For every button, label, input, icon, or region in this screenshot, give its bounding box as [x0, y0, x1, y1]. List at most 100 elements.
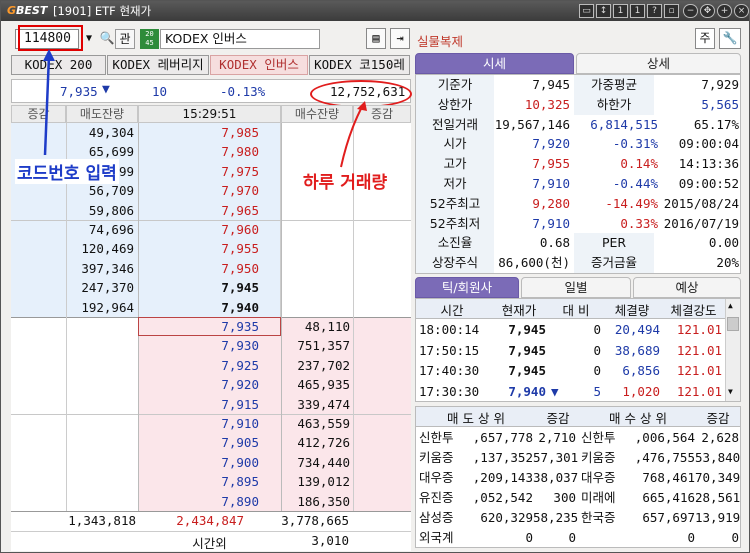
info-label: 52주최고: [416, 193, 494, 214]
ask-price[interactable]: 7,945: [139, 278, 259, 297]
tab-tick-member[interactable]: 틱/회원사: [415, 277, 519, 298]
broker-buy-name: 미래에: [581, 490, 616, 505]
bid-price[interactable]: 7,890: [139, 492, 259, 511]
settings-wrench-icon[interactable]: 🔧: [719, 28, 741, 49]
tab-detail[interactable]: 상세: [576, 53, 741, 74]
trade-price: 7,945: [508, 342, 546, 358]
bid-price[interactable]: 7,920: [139, 375, 259, 394]
tab-quote[interactable]: 시세: [415, 53, 574, 74]
maximize-icon[interactable]: +: [717, 4, 732, 18]
broker-sell-name: 키움증: [419, 450, 454, 465]
title-lock-icon[interactable]: ▫: [664, 4, 679, 18]
info-value: 7,955: [532, 156, 570, 172]
tab-expected[interactable]: 예상: [633, 277, 741, 298]
total-ask-qty: 1,343,818: [68, 513, 136, 528]
info-label-2: -14.49%: [605, 195, 658, 211]
broker-buy-volume: 657,697: [642, 510, 695, 525]
ask-price[interactable]: 7,965: [139, 201, 259, 220]
bid-qty: 139,012: [297, 474, 350, 490]
bid-price[interactable]: 7,910: [139, 414, 259, 433]
broker-buy-name: 대우증: [581, 470, 616, 485]
title-two-icon[interactable]: 1: [630, 4, 645, 18]
info-value: 7,910: [532, 215, 570, 231]
total-bid-qty: 3,778,665: [281, 513, 349, 528]
trade-price: 7,945: [508, 322, 546, 337]
title-menu-icon[interactable]: ▭: [579, 4, 594, 18]
broker-buy-name: [581, 528, 627, 548]
info-value: 10,325: [524, 96, 570, 112]
info-value: 19,567,146: [494, 116, 570, 132]
bid-price[interactable]: 7,900: [139, 453, 259, 472]
close-icon[interactable]: ×: [734, 4, 749, 18]
trade-time: 17:30:30: [419, 383, 480, 399]
title-pin-icon[interactable]: ↕: [596, 4, 611, 18]
info-label: 전일거래: [416, 114, 494, 135]
annotation-code-input: 코드번호 입력: [15, 159, 119, 184]
broker-buy-change: 13,919: [695, 510, 741, 525]
trades-scrollbar[interactable]: ▲ ▼: [725, 299, 740, 401]
trade-time: 18:00:14: [419, 322, 480, 337]
broker-buy-volume: 0: [687, 530, 695, 545]
broker-header: 매 도 상 위 증감 매 수 상 위 증감: [416, 407, 740, 427]
bid-price[interactable]: 7,905: [139, 433, 259, 452]
trade-qty: 1,020: [622, 383, 660, 399]
minimize-icon[interactable]: −: [683, 4, 698, 18]
scroll-up-icon[interactable]: ▲: [728, 301, 733, 310]
broker-sell-change: 38,037: [533, 470, 579, 485]
broker-sell-volume: ,209,143: [472, 470, 533, 485]
broker-buy-change: 70,349: [695, 470, 741, 485]
broker-buy-volume: 768,461: [642, 470, 695, 485]
info-value: 0.68: [539, 235, 570, 251]
info-value: 86,600(천): [498, 255, 570, 271]
info-label-2: 0.14%: [620, 156, 658, 172]
broker-sell-name: 유진증: [419, 490, 454, 505]
ask-price[interactable]: 7,960: [139, 220, 259, 239]
scroll-down-icon[interactable]: ▼: [728, 387, 733, 396]
trade-diff: 0: [593, 342, 601, 358]
trade-time: 17:50:15: [419, 342, 480, 358]
trade-strength: 121.01: [676, 383, 722, 399]
trade-qty: 38,689: [614, 342, 660, 358]
ask-qty: 74,696: [88, 222, 134, 237]
bid-qty: 751,357: [297, 338, 350, 354]
info-value-2: 7,929: [701, 77, 739, 92]
info-label-2: 0.33%: [620, 215, 658, 231]
info-label-2: 증거금율: [574, 253, 654, 274]
bid-qty: 734,440: [297, 454, 350, 470]
trade-diff: 0: [593, 363, 601, 378]
trade-diff: 0: [593, 322, 601, 337]
ask-price[interactable]: 7,940: [139, 298, 259, 317]
info-label: 고가: [416, 154, 494, 175]
bid-price[interactable]: 7,895: [139, 472, 259, 491]
bid-price[interactable]: 7,930: [139, 336, 259, 355]
after-hours-label: 시간외: [192, 536, 227, 551]
trades-header-diff: 대 비: [562, 303, 590, 318]
broker-sell-volume: ,137,352: [472, 450, 533, 465]
broker-sell-name: 신한투: [419, 430, 454, 445]
info-value-2: 2016/07/19: [663, 215, 739, 231]
bid-price[interactable]: 7,925: [139, 356, 259, 375]
trades-header-qty: 체결량: [614, 303, 650, 318]
info-label-2: 6,814,515: [590, 116, 658, 132]
broker-buy-change: 28,561: [695, 490, 741, 505]
bid-price[interactable]: 7,915: [139, 395, 259, 414]
move-icon[interactable]: ✥: [700, 4, 715, 18]
info-label-2: -0.44%: [612, 176, 658, 191]
ask-price[interactable]: 7,955: [139, 239, 259, 258]
ask-qty: 192,964: [81, 299, 134, 315]
info-value-2: 2015/08/24: [663, 195, 739, 211]
title-help-icon[interactable]: ?: [647, 4, 662, 18]
stock-button[interactable]: 주: [695, 28, 715, 49]
info-value-2: 5,565: [701, 96, 739, 112]
tab-daily[interactable]: 일별: [521, 277, 631, 298]
title-one-icon[interactable]: 1: [613, 4, 628, 18]
bid-qty: 412,726: [297, 435, 350, 451]
broker-header-buy-change: 증감: [706, 411, 730, 426]
ask-price[interactable]: 7,950: [139, 259, 259, 278]
scroll-thumb[interactable]: [727, 317, 739, 331]
trade-price: 7,940: [508, 383, 546, 399]
bid-price[interactable]: 7,935: [139, 317, 259, 336]
trade-strength: 121.01: [676, 342, 722, 358]
after-hours-row: 시간외 3,010: [11, 531, 411, 551]
broker-buy-name: 한국증: [581, 510, 616, 525]
